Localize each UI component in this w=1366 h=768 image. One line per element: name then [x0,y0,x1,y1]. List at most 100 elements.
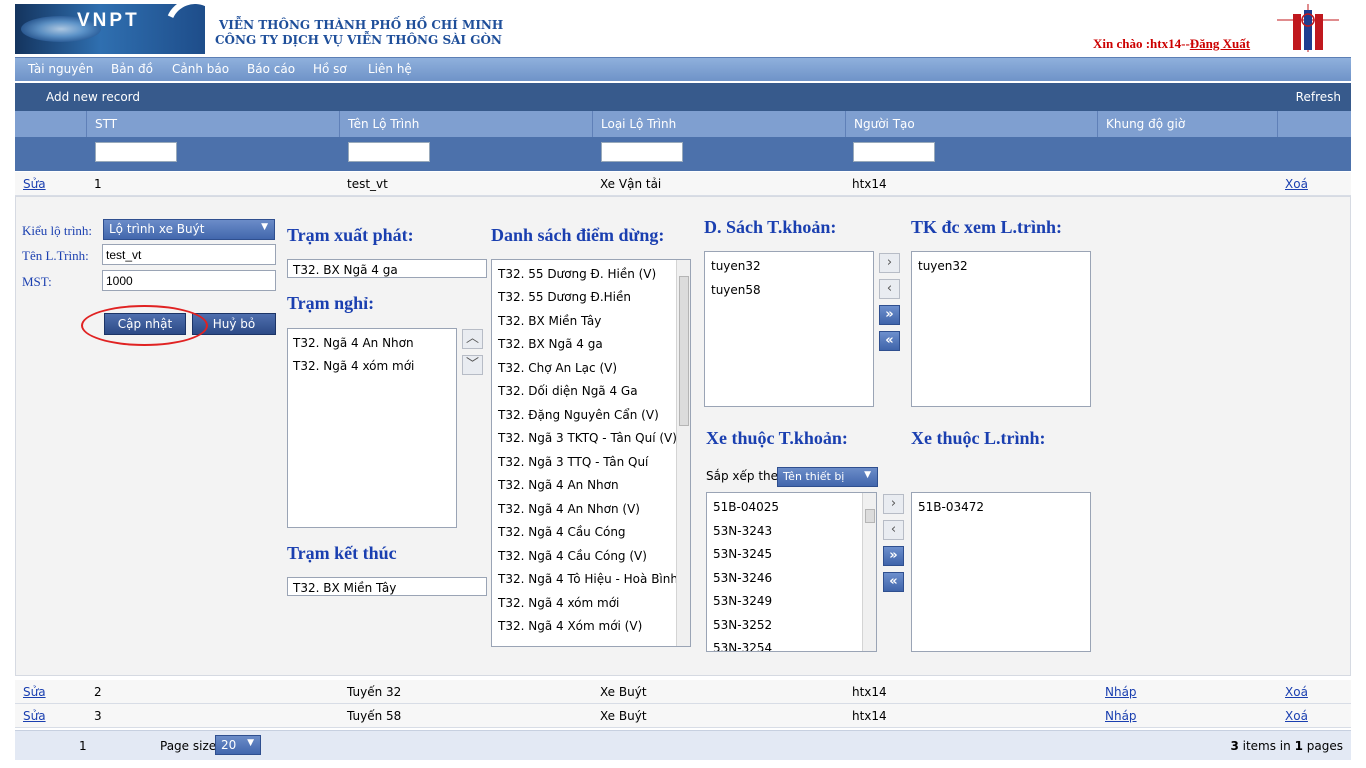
list-item[interactable]: 51B-04025 [713,500,779,514]
menu-ban-do[interactable]: Bản đồ [111,62,153,76]
cell-route-type: Xe Buýt [600,685,647,699]
list-item[interactable]: T32. Ngã 4 An Nhơn [293,336,414,350]
filter-route-type-input[interactable] [601,142,683,162]
list-item[interactable]: 53N-3249 [713,594,772,608]
move-all-left-icon[interactable]: « [879,331,900,351]
menu-bao-cao[interactable]: Báo cáo [247,62,295,76]
list-item[interactable]: tuyen32 [711,259,761,273]
end-station-field[interactable]: T32. BX Miền Tây [287,577,487,596]
move-all-left-icon[interactable]: « [883,572,904,592]
rest-station-list[interactable]: T32. Ngã 4 An Nhơn T32. Ngã 4 xóm mới [287,328,457,528]
menu-tai-nguyen[interactable]: Tài nguyên [28,62,93,76]
list-item[interactable]: T32. Dối diện Ngã 4 Ga [498,384,638,398]
list-item[interactable]: T32. Ngã 4 Xóm mới (V) [498,619,642,633]
page-size-select[interactable]: 20 ▼ [215,735,261,755]
sort-value: Tên thiết bị [783,470,845,483]
cell-route-name: Tuyến 32 [347,685,402,699]
list-item[interactable]: T32. Ngã 4 Cầu Cóng [498,525,626,539]
list-item[interactable]: 51B-03472 [918,500,984,514]
list-item[interactable]: 53N-3245 [713,547,772,561]
list-item[interactable]: T32. BX Ngã 4 ga [498,337,603,351]
list-item[interactable]: tuyen32 [918,259,968,273]
move-all-right-icon[interactable]: » [883,546,904,566]
cell-route-name: Tuyến 58 [347,709,402,723]
sort-select[interactable]: Tên thiết bị ▼ [777,467,878,487]
current-page[interactable]: 1 [79,739,87,753]
page-size-label: Page size: [160,739,221,753]
edit-link[interactable]: Sửa [23,709,46,723]
list-item[interactable]: T32. Chợ An Lạc (V) [498,361,617,375]
delete-link[interactable]: Xoá [1285,177,1308,191]
move-all-right-icon[interactable]: » [879,305,900,325]
route-name-input[interactable] [102,244,276,265]
filter-stt-input[interactable] [95,142,177,162]
logout-link[interactable]: Đăng Xuất [1190,36,1250,51]
list-item[interactable]: 53N-3252 [713,618,772,632]
start-station-field[interactable]: T32. BX Ngã 4 ga [287,259,487,278]
vehicles-scrollbar[interactable] [862,493,876,651]
grid-toolbar: Add new record Refresh [15,83,1351,111]
greeting-text: Xin chào :htx14-- [1093,36,1190,51]
move-left-icon[interactable]: ‹ [883,520,904,540]
col-creator[interactable]: Người Tạo [845,111,1097,137]
route-kind-value: Lộ trình xe Buýt [109,222,205,236]
page-header: VNPT VIỄN THÔNG THÀNH PHỐ HỒ CHÍ MINH CÔ… [15,0,1351,56]
col-route-type[interactable]: Loại Lộ Trình [592,111,845,137]
move-up-icon[interactable]: ︿ [462,329,483,349]
list-item[interactable]: T32. Ngã 4 Tô Hiệu - Hoà Bình [498,572,678,586]
viewers-list[interactable]: tuyen32 [911,251,1091,407]
scroll-thumb[interactable] [865,509,875,523]
filter-route-name-input[interactable] [348,142,430,162]
move-right-icon[interactable]: › [879,253,900,273]
move-left-icon[interactable]: ‹ [879,279,900,299]
accounts-list[interactable]: tuyen32 tuyen58 [704,251,874,407]
route-kind-select[interactable]: Lộ trình xe Buýt ▼ [103,219,275,240]
edit-link[interactable]: Sửa [23,685,46,699]
list-item[interactable]: 53N-3254 [713,641,772,651]
scroll-thumb[interactable] [679,276,689,426]
list-item[interactable]: T32. Đặng Nguyên Cẩn (V) [498,408,659,422]
list-item[interactable]: T32. Ngã 3 TKTQ - Tân Quí (V) [498,431,677,445]
menu-canh-bao[interactable]: Cảnh báo [172,62,229,76]
draft-link[interactable]: Nháp [1105,709,1137,723]
menu-ho-so[interactable]: Hồ sơ [313,62,347,76]
move-right-icon[interactable]: › [883,494,904,514]
rest-station-title: Trạm nghỉ: [287,293,375,313]
list-item[interactable]: T32. Ngã 3 TTQ - Tân Quí [498,455,648,469]
table-row: Sửa 2 Tuyến 32 Xe Buýt htx14 Nháp Xoá [15,680,1351,704]
menu-lien-he[interactable]: Liên hệ [368,62,412,76]
list-item[interactable]: T32. Ngã 4 xóm mới [293,359,414,373]
move-down-icon[interactable]: ﹀ [462,355,483,375]
edit-link[interactable]: Sửa [23,177,46,191]
col-time-frame[interactable]: Khung độ giờ [1097,111,1277,137]
list-item[interactable]: T32. 55 Dương Đ. Hiền (V) [498,267,656,281]
list-item[interactable]: tuyen58 [711,283,761,297]
list-item[interactable]: T32. Ngã 4 xóm mới [498,596,619,610]
filter-creator-input[interactable] [853,142,935,162]
route-vehicles-list[interactable]: 51B-03472 [911,492,1091,652]
account-vehicles-list[interactable]: 51B-04025 53N-3243 53N-3245 53N-3246 53N… [706,492,877,652]
mst-input[interactable] [102,270,276,291]
pager: 1 Page size: 20 ▼ 3 items in 1 pages [15,730,1351,760]
list-item[interactable]: 53N-3243 [713,524,772,538]
chevron-down-icon: ▼ [247,738,254,748]
grid-header: STT Tên Lộ Trình Loại Lộ Trình Người Tạo… [15,111,1351,137]
refresh-button[interactable]: Refresh [1296,90,1341,104]
draft-link[interactable]: Nháp [1105,685,1137,699]
table-row: Sửa 3 Tuyến 58 Xe Buýt htx14 Nháp Xoá [15,704,1351,728]
col-route-name[interactable]: Tên Lộ Trình [339,111,592,137]
delete-link[interactable]: Xoá [1285,685,1308,699]
stops-list[interactable]: T32. 55 Dương Đ. Hiền (V) T32. 55 Dương … [491,259,691,647]
delete-link[interactable]: Xoá [1285,709,1308,723]
list-item[interactable]: T32. Ngã 4 Cầu Cóng (V) [498,549,647,563]
list-item[interactable]: T32. BX Miền Tây [498,314,601,328]
stops-scrollbar[interactable] [676,260,690,646]
item-count: 3 [1230,739,1239,753]
list-item[interactable]: T32. 55 Dương Đ.Hiền [498,290,631,304]
list-item[interactable]: T32. Ngã 4 An Nhơn [498,478,619,492]
list-item[interactable]: 53N-3246 [713,571,772,585]
cell-creator: htx14 [852,685,887,699]
col-stt[interactable]: STT [86,111,339,137]
list-item[interactable]: T32. Ngã 4 An Nhơn (V) [498,502,640,516]
add-record-button[interactable]: Add new record [46,90,140,104]
